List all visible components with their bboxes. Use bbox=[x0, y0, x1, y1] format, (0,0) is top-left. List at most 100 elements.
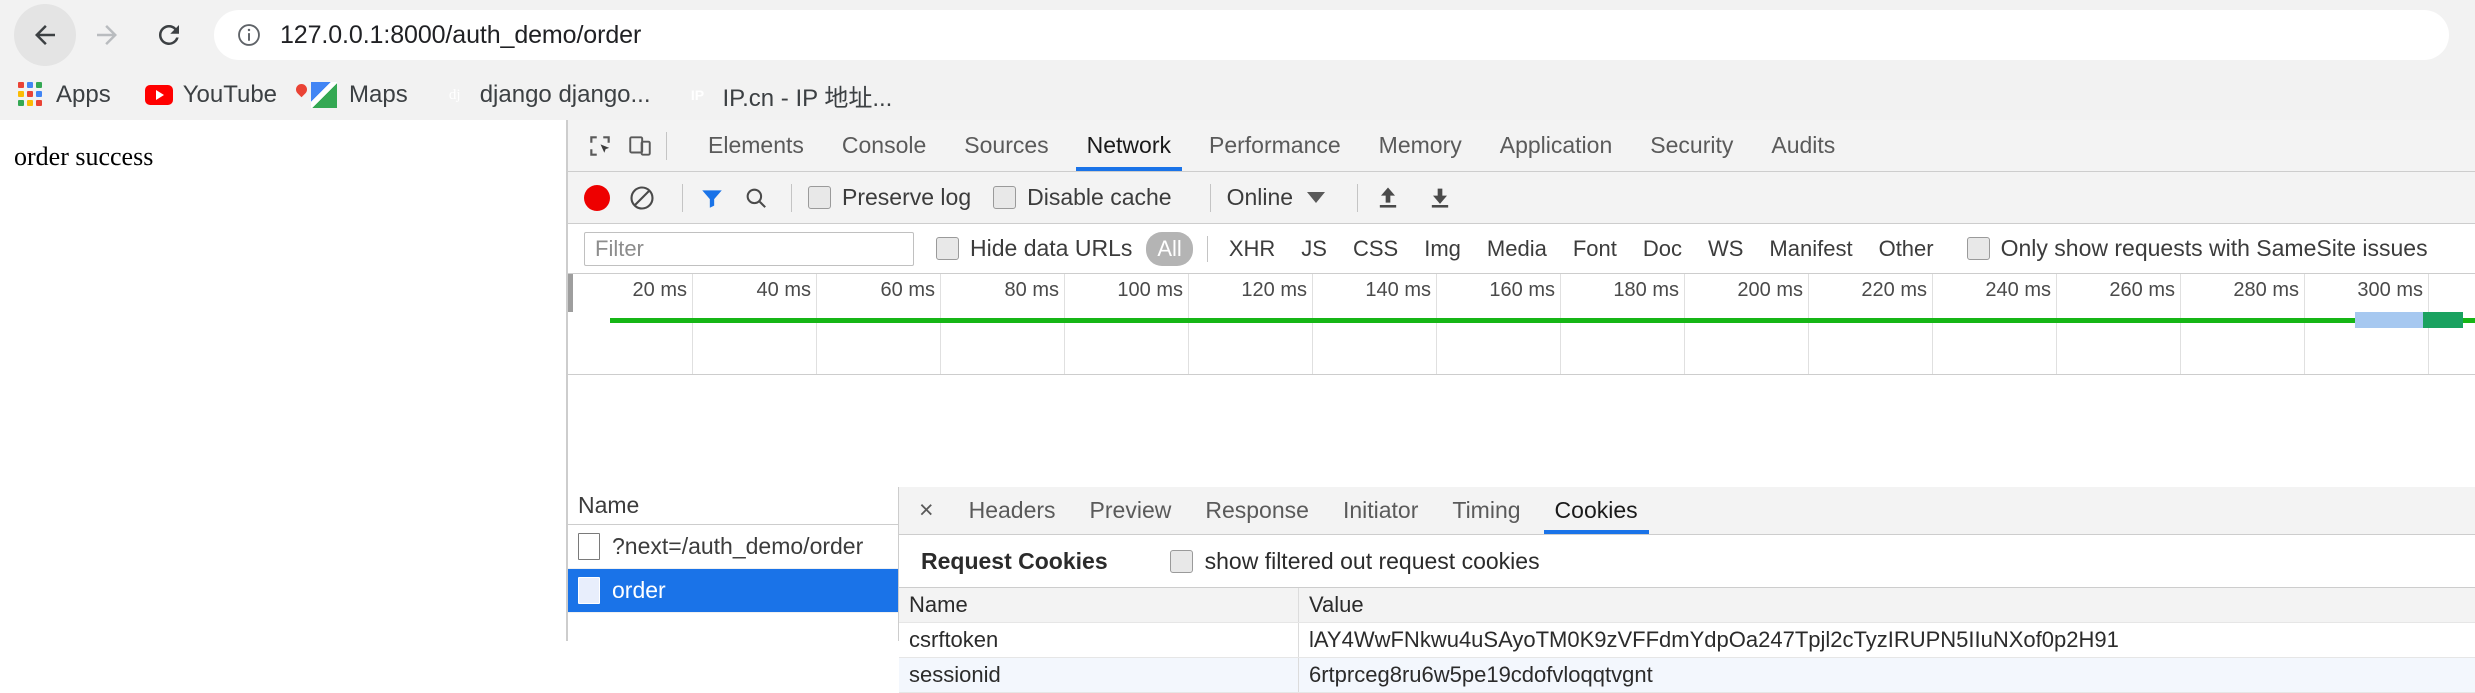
bookmark-django[interactable]: django django... bbox=[442, 81, 651, 109]
timeline-bar-waiting bbox=[2355, 312, 2423, 328]
browser-window: 127.0.0.1:8000/auth_demo/order Apps YouT… bbox=[0, 0, 2475, 693]
type-chip-media[interactable]: Media bbox=[1476, 232, 1558, 266]
detail-tab-preview[interactable]: Preview bbox=[1073, 487, 1189, 534]
export-har-icon[interactable] bbox=[1426, 184, 1454, 212]
filter-input[interactable]: Filter bbox=[584, 231, 914, 266]
detail-tab-timing[interactable]: Timing bbox=[1435, 487, 1537, 534]
cookies-column-name[interactable]: Name bbox=[899, 588, 1299, 622]
type-chip-css[interactable]: CSS bbox=[1342, 232, 1409, 266]
tab-application[interactable]: Application bbox=[1481, 120, 1632, 171]
django-favicon-icon bbox=[442, 82, 468, 108]
import-har-icon[interactable] bbox=[1374, 184, 1402, 212]
timeline-overview-bar bbox=[610, 318, 2475, 323]
request-name: order bbox=[612, 577, 666, 603]
disable-cache-label[interactable]: Disable cache bbox=[1027, 184, 1171, 211]
ipcn-favicon-icon bbox=[685, 82, 711, 108]
show-filtered-cookies-label[interactable]: show filtered out request cookies bbox=[1205, 548, 1540, 575]
tab-audits[interactable]: Audits bbox=[1752, 120, 1854, 171]
preserve-log-checkbox[interactable] bbox=[808, 186, 831, 209]
timeline-tick-label: 300 ms bbox=[2357, 279, 2423, 301]
document-icon bbox=[578, 577, 600, 604]
timeline-tick-label: 240 ms bbox=[1985, 279, 2051, 301]
record-stop-icon[interactable] bbox=[584, 184, 610, 211]
request-row-order[interactable]: order bbox=[568, 569, 898, 613]
bookmark-youtube[interactable]: YouTube bbox=[144, 81, 278, 109]
chevron-down-icon[interactable] bbox=[1307, 192, 1326, 203]
bookmark-label: Apps bbox=[56, 81, 111, 108]
device-toolbar-icon[interactable] bbox=[620, 126, 660, 166]
preserve-log-label[interactable]: Preserve log bbox=[842, 184, 971, 211]
timeline-tick-label: 200 ms bbox=[1737, 279, 1803, 301]
tab-sources[interactable]: Sources bbox=[945, 120, 1067, 171]
forward-arrow-icon bbox=[92, 20, 122, 50]
bookmark-apps[interactable]: Apps bbox=[18, 81, 111, 109]
request-row-next[interactable]: ?next=/auth_demo/order bbox=[568, 525, 898, 569]
tab-security[interactable]: Security bbox=[1631, 120, 1752, 171]
address-bar[interactable]: 127.0.0.1:8000/auth_demo/order bbox=[214, 10, 2449, 60]
request-list-header[interactable]: Name bbox=[568, 487, 898, 525]
apps-grid-icon bbox=[18, 82, 44, 108]
tab-elements[interactable]: Elements bbox=[689, 120, 823, 171]
timeline-tick-label: 260 ms bbox=[2109, 279, 2175, 301]
page-info-icon[interactable] bbox=[236, 22, 262, 48]
type-chip-all[interactable]: All bbox=[1146, 231, 1193, 266]
tab-performance[interactable]: Performance bbox=[1190, 120, 1360, 171]
reload-button[interactable] bbox=[138, 4, 200, 66]
clear-icon[interactable] bbox=[628, 184, 656, 212]
forward-button[interactable] bbox=[76, 4, 138, 66]
timeline-tick-label: 100 ms bbox=[1117, 279, 1183, 301]
timeline-tick-label: 220 ms bbox=[1861, 279, 1927, 301]
hide-data-urls-label[interactable]: Hide data URLs bbox=[970, 235, 1132, 262]
cookies-table-header-row: Name Value bbox=[899, 588, 2475, 623]
close-icon[interactable]: × bbox=[899, 487, 952, 534]
type-chip-ws[interactable]: WS bbox=[1697, 232, 1754, 266]
type-chip-js[interactable]: JS bbox=[1290, 232, 1338, 266]
cookies-column-value[interactable]: Value bbox=[1299, 588, 2475, 622]
document-icon bbox=[578, 533, 600, 560]
bookmark-label: Maps bbox=[349, 81, 408, 108]
filter-funnel-icon[interactable] bbox=[699, 185, 725, 211]
cookie-name: csrftoken bbox=[899, 623, 1299, 657]
page-viewport: order success bbox=[0, 120, 566, 641]
throttling-select-value[interactable]: Online bbox=[1227, 184, 1293, 211]
samesite-issues-checkbox[interactable] bbox=[1966, 237, 1990, 260]
bookmark-maps[interactable]: G Maps bbox=[293, 81, 408, 109]
detail-tab-response[interactable]: Response bbox=[1188, 487, 1326, 534]
show-filtered-cookies-checkbox[interactable] bbox=[1169, 549, 1193, 573]
bookmark-label: YouTube bbox=[182, 81, 278, 108]
cookies-table: Name Value csrftoken lAY4WwFNkwu4uSAyoTM… bbox=[899, 587, 2475, 693]
search-icon[interactable] bbox=[743, 185, 769, 211]
back-button[interactable] bbox=[14, 4, 76, 66]
tab-console[interactable]: Console bbox=[823, 120, 945, 171]
network-overview-timeline[interactable]: 20 ms 40 ms 60 ms 80 ms 100 ms 120 ms 14… bbox=[568, 274, 2475, 375]
type-chip-manifest[interactable]: Manifest bbox=[1758, 232, 1863, 266]
type-chip-img[interactable]: Img bbox=[1413, 232, 1472, 266]
type-chip-xhr[interactable]: XHR bbox=[1218, 232, 1286, 266]
disable-cache-checkbox[interactable] bbox=[993, 186, 1017, 209]
detail-tab-headers[interactable]: Headers bbox=[952, 487, 1073, 534]
inspect-element-icon[interactable] bbox=[580, 126, 620, 166]
bookmark-ipcn[interactable]: IP.cn - IP 地址... bbox=[685, 78, 893, 113]
bookmark-label: django django... bbox=[479, 81, 651, 108]
request-column-name: Name bbox=[578, 492, 640, 518]
navigation-bar: 127.0.0.1:8000/auth_demo/order bbox=[0, 0, 2475, 70]
detail-tab-cookies[interactable]: Cookies bbox=[1538, 487, 1655, 534]
hide-data-urls-checkbox[interactable] bbox=[936, 237, 959, 260]
table-row[interactable]: sessionid 6rtprceg8ru6w5pe19cdofvloqqtvg… bbox=[899, 658, 2475, 693]
type-chip-font[interactable]: Font bbox=[1562, 232, 1628, 266]
type-chip-other[interactable]: Other bbox=[1868, 232, 1945, 266]
cookie-name: sessionid bbox=[899, 658, 1299, 692]
tab-network[interactable]: Network bbox=[1068, 120, 1190, 171]
type-chip-doc[interactable]: Doc bbox=[1632, 232, 1693, 266]
network-filter-bar: Filter Hide data URLs All XHR JS CSS Img… bbox=[568, 224, 2475, 274]
back-arrow-icon bbox=[30, 20, 60, 50]
timeline-request-bars bbox=[2355, 312, 2463, 330]
timeline-tick-label: 20 ms bbox=[632, 279, 687, 301]
samesite-issues-label[interactable]: Only show requests with SameSite issues bbox=[2001, 235, 2428, 262]
tab-memory[interactable]: Memory bbox=[1360, 120, 1481, 171]
timeline-bar-download bbox=[2423, 312, 2463, 328]
bookmark-label: IP.cn - IP 地址... bbox=[722, 84, 893, 112]
network-toolbar: Preserve log Disable cache Online bbox=[568, 172, 2475, 224]
timeline-tick-label: 140 ms bbox=[1365, 279, 1431, 301]
detail-tab-initiator[interactable]: Initiator bbox=[1326, 487, 1435, 534]
